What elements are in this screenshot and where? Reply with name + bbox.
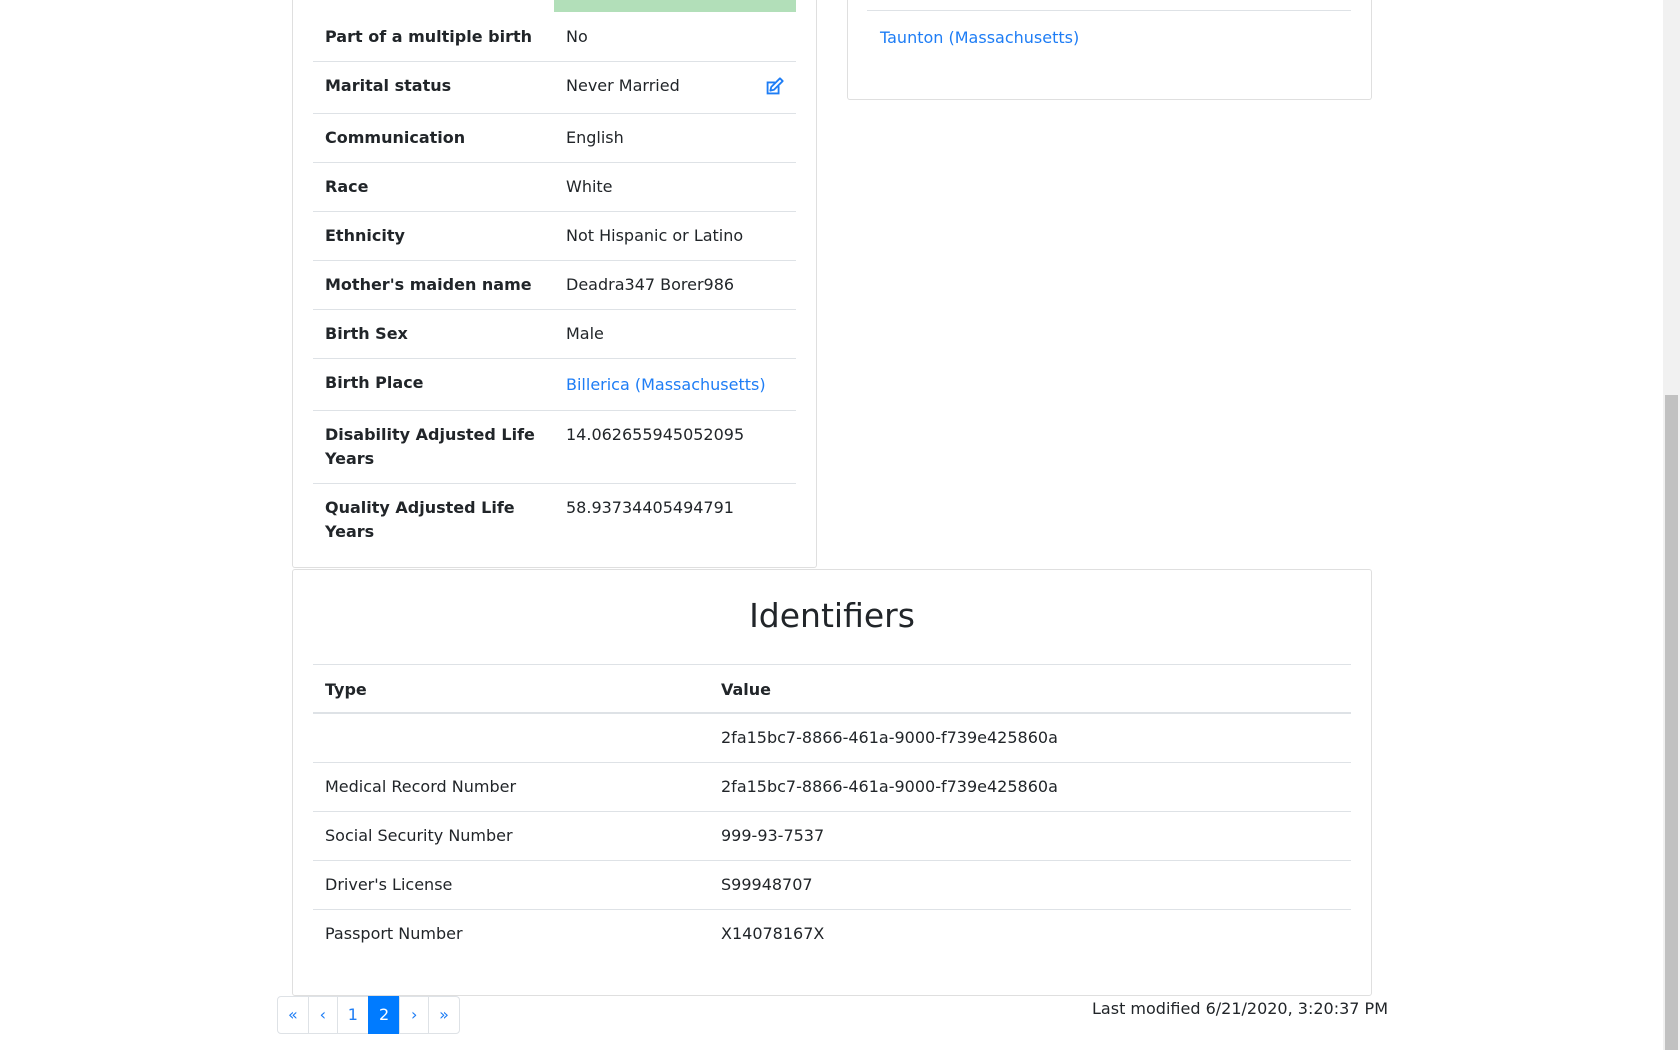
- identifiers-title: Identifiers: [749, 596, 915, 635]
- address-card: [847, 0, 1372, 100]
- column-header-type: Type: [325, 680, 367, 699]
- table-row: Passport Number X14078167X: [313, 910, 1351, 959]
- row-label: Marital status: [325, 76, 452, 95]
- identifier-type: Social Security Number: [325, 826, 513, 845]
- row-label: Communication: [325, 128, 466, 147]
- row-value: English: [566, 128, 624, 147]
- demographics-row-ethnicity: Ethnicity Not Hispanic or Latino: [313, 212, 796, 261]
- demographics-row-marital-status: Marital status Never Married: [313, 62, 796, 114]
- row-label: Ethnicity: [325, 226, 405, 245]
- demographics-row-mothers-maiden-name: Mother's maiden name Deadra347 Borer986: [313, 261, 796, 310]
- scrollbar-thumb[interactable]: [1665, 395, 1678, 1050]
- demographics-row-daly: Disability Adjusted Life Years 14.062655…: [313, 411, 796, 484]
- row-label: Race: [325, 177, 369, 196]
- first-page-button[interactable]: «: [277, 996, 309, 1034]
- page-button-2[interactable]: 2: [367, 996, 401, 1034]
- row-value: Male: [566, 324, 604, 343]
- demographics-row-birth-place: Birth Place Billerica (Massachusetts): [313, 359, 796, 411]
- demographics-row-qaly: Quality Adjusted Life Years 58.937344054…: [313, 484, 796, 541]
- row-label: Quality Adjusted Life Years: [325, 498, 515, 541]
- demographics-row-multiple-birth: Part of a multiple birth No: [313, 12, 796, 62]
- row-value: White: [566, 177, 613, 196]
- identifier-type: Passport Number: [325, 924, 463, 943]
- row-value: 58.93734405494791: [566, 498, 734, 517]
- highlight-bar: [554, 0, 796, 12]
- identifier-value: X14078167X: [721, 924, 825, 943]
- identifier-value: 2fa15bc7-8866-461a-9000-f739e425860a: [721, 728, 1058, 747]
- row-label: Birth Sex: [325, 324, 408, 343]
- edit-icon[interactable]: [763, 76, 785, 98]
- next-page-button[interactable]: ›: [399, 996, 430, 1034]
- demographics-row-communication: Communication English: [313, 114, 796, 163]
- previous-page-button[interactable]: ‹: [307, 996, 338, 1034]
- row-value: Never Married: [566, 76, 680, 95]
- identifier-value: 2fa15bc7-8866-461a-9000-f739e425860a: [721, 777, 1058, 796]
- identifier-type: Medical Record Number: [325, 777, 517, 796]
- table-row: Driver's License S99948707: [313, 861, 1351, 910]
- pagination: « ‹ 1 2 › »: [277, 996, 460, 1034]
- table-row: Social Security Number 999-93-7537: [313, 812, 1351, 861]
- row-value: 14.062655945052095: [566, 425, 745, 444]
- row-value: Not Hispanic or Latino: [566, 226, 744, 245]
- row-value: No: [566, 27, 588, 46]
- last-modified-text: Last modified 6/21/2020, 3:20:37 PM: [1092, 999, 1388, 1018]
- table-row: 2fa15bc7-8866-461a-9000-f739e425860a: [313, 714, 1351, 763]
- identifiers-table-header: Type Value: [313, 664, 1351, 714]
- identifier-value: S99948707: [721, 875, 813, 894]
- table-row: Medical Record Number 2fa15bc7-8866-461a…: [313, 763, 1351, 812]
- identifier-type: Driver's License: [325, 875, 453, 894]
- last-page-button[interactable]: »: [428, 996, 460, 1034]
- birth-place-link[interactable]: Billerica (Massachusetts): [566, 373, 766, 397]
- row-value: Deadra347 Borer986: [566, 275, 735, 294]
- row-label: Mother's maiden name: [325, 275, 532, 294]
- row-label: Part of a multiple birth: [325, 27, 532, 46]
- column-header-value: Value: [721, 680, 772, 699]
- row-label: Birth Place: [325, 373, 424, 392]
- demographics-row-race: Race White: [313, 163, 796, 212]
- divider: [867, 10, 1351, 11]
- row-label: Disability Adjusted Life Years: [325, 425, 535, 468]
- address-link[interactable]: Taunton (Massachusetts): [880, 26, 1079, 50]
- identifier-value: 999-93-7537: [721, 826, 825, 845]
- page-button-1[interactable]: 1: [336, 996, 369, 1034]
- demographics-row-birth-sex: Birth Sex Male: [313, 310, 796, 359]
